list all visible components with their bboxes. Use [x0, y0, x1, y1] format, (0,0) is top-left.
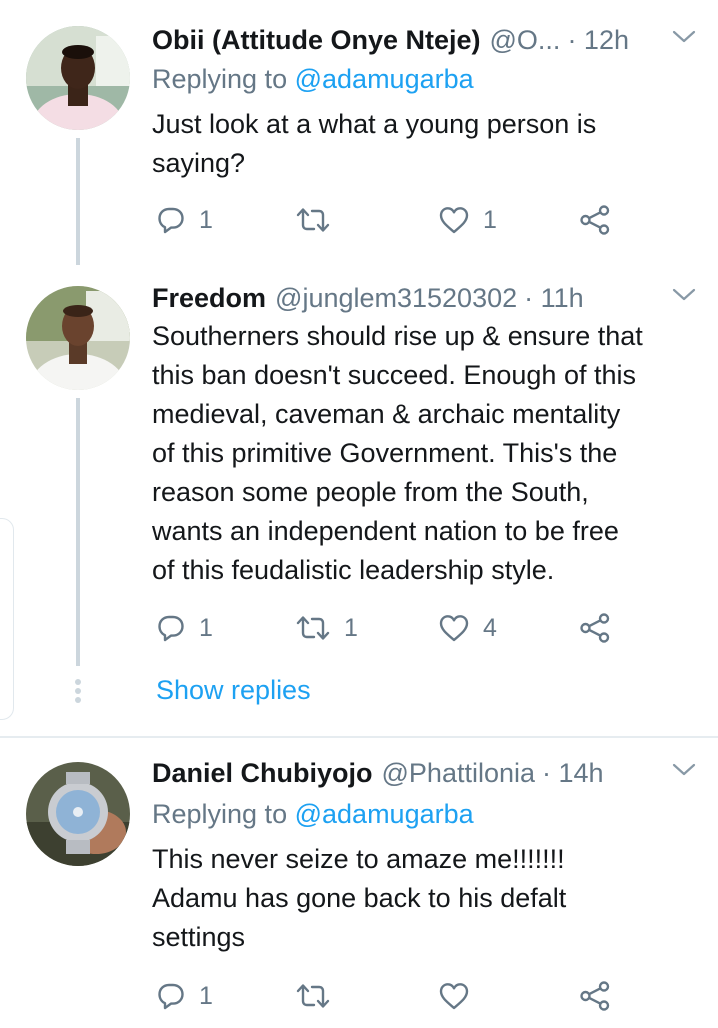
avatar[interactable]	[26, 286, 130, 390]
show-replies-link[interactable]: Show replies	[156, 670, 311, 710]
tweet-header: Daniel Chubiyojo @Phattilonia · 14h	[152, 753, 698, 793]
retweet-button[interactable]: 1	[295, 608, 358, 648]
tweet-text-line: of this primitive Government. This's the	[152, 438, 618, 468]
user-handle[interactable]: @Phattilonia	[382, 753, 536, 793]
share-icon	[579, 204, 611, 236]
divider	[0, 736, 718, 738]
reply-icon	[156, 613, 186, 643]
share-button[interactable]	[579, 608, 611, 648]
share-icon	[579, 612, 611, 644]
like-button[interactable]	[438, 976, 483, 1016]
avatar[interactable]	[26, 762, 130, 866]
share-icon	[579, 980, 611, 1012]
retweet-button[interactable]	[295, 976, 344, 1016]
share-button[interactable]	[579, 200, 611, 240]
tweet-actions: 1 1	[152, 200, 632, 240]
replying-to-prefix: Replying to	[152, 64, 288, 94]
reply-icon	[156, 205, 186, 235]
tweet-text-line: saying?	[152, 148, 246, 178]
tweet-text-line: Adamu has gone back to his defalt	[152, 883, 567, 913]
tweet-text-line: medieval, caveman & archaic mentality	[152, 399, 621, 429]
tweet-text-line: This never seize to amaze me!!!!!!!	[152, 844, 565, 874]
like-count: 4	[483, 613, 497, 642]
replying-to: Replying to @adamugarba	[152, 795, 474, 834]
chevron-down-icon[interactable]	[672, 763, 696, 777]
timestamp[interactable]: · 12h	[567, 20, 629, 60]
share-button[interactable]	[579, 976, 611, 1016]
tweet-text-line: Just look at a what a young person is	[152, 109, 597, 139]
retweet-count: 1	[344, 613, 358, 642]
replying-to-prefix: Replying to	[152, 799, 288, 829]
tweet-actions: 1 1 4	[152, 608, 632, 648]
reply-icon	[156, 981, 186, 1011]
retweet-icon	[295, 981, 331, 1011]
reply-count: 1	[199, 981, 213, 1010]
heart-icon	[438, 205, 470, 235]
tweet-text-line: wants an independent nation to be free	[152, 516, 619, 546]
mention-link[interactable]: @adamugarba	[295, 799, 474, 829]
display-name[interactable]: Obii (Attitude Onye Nteje)	[152, 20, 481, 60]
reply-button[interactable]: 1	[156, 608, 213, 648]
like-count: 1	[483, 205, 497, 234]
thread-line	[76, 138, 80, 265]
side-card-edge	[0, 518, 14, 720]
tweet-text-line: reason some people from the South,	[152, 477, 589, 507]
reply-button[interactable]: 1	[156, 200, 213, 240]
user-handle[interactable]: @junglem31520302	[275, 278, 517, 318]
tweet-text-line: settings	[152, 922, 246, 952]
retweet-icon	[295, 613, 331, 643]
reply-button[interactable]: 1	[156, 976, 213, 1016]
reply-count: 1	[199, 613, 213, 642]
mention-link[interactable]: @adamugarba	[295, 64, 474, 94]
tweet-text-line: Southerners should rise up & ensure that	[152, 321, 643, 351]
thread-dots	[74, 679, 82, 706]
timestamp[interactable]: · 14h	[542, 753, 604, 793]
like-button[interactable]: 4	[438, 608, 497, 648]
tweet-text-line: of this feudalistic leadership style.	[152, 555, 555, 585]
retweet-icon	[295, 205, 331, 235]
heart-icon	[438, 981, 470, 1011]
tweet-header: Freedom @junglem31520302 · 11h	[152, 278, 698, 318]
display-name[interactable]: Freedom	[152, 278, 266, 318]
avatar[interactable]	[26, 26, 130, 130]
tweet-text-line: this ban doesn't succeed. Enough of this	[152, 360, 636, 390]
timestamp[interactable]: · 11h	[524, 278, 584, 318]
chevron-down-icon[interactable]	[672, 288, 696, 302]
tweet-actions: 1	[152, 976, 632, 1016]
heart-icon	[438, 613, 470, 643]
tweet-header: Obii (Attitude Onye Nteje) @O... · 12h	[152, 20, 698, 60]
reply-count: 1	[199, 205, 213, 234]
replying-to: Replying to @adamugarba	[152, 60, 474, 99]
chevron-down-icon[interactable]	[672, 30, 696, 44]
display-name[interactable]: Daniel Chubiyojo	[152, 753, 373, 793]
user-handle[interactable]: @O...	[490, 20, 561, 60]
retweet-button[interactable]	[295, 200, 344, 240]
thread-line	[76, 398, 80, 666]
like-button[interactable]: 1	[438, 200, 497, 240]
